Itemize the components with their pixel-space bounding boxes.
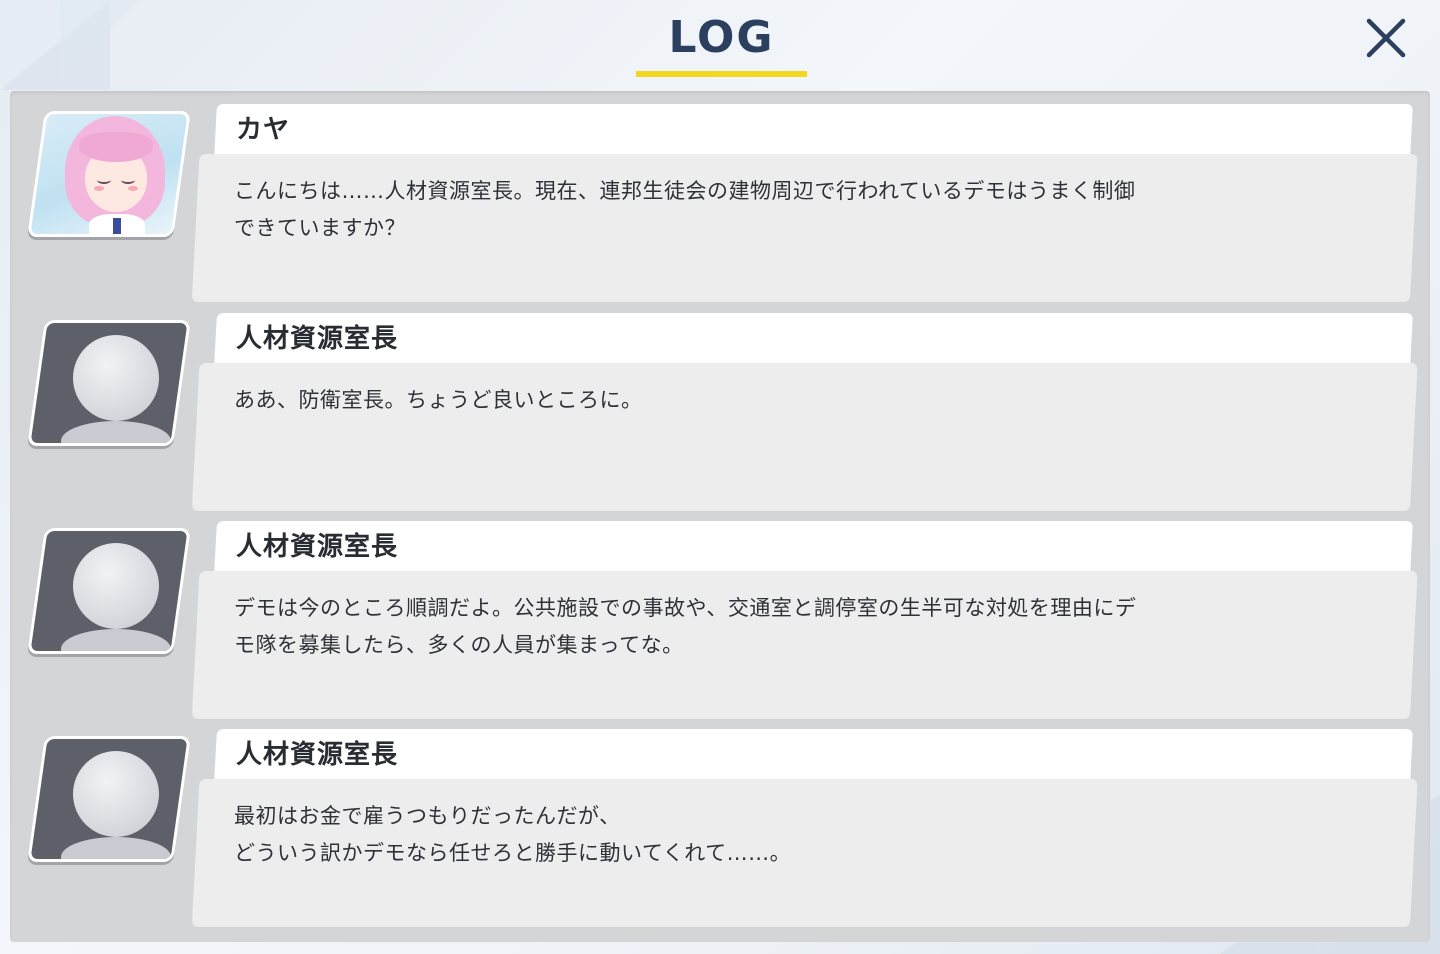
close-button[interactable] xyxy=(1362,14,1410,62)
speaker-avatar xyxy=(27,736,191,862)
message-text: デモは今のところ順調だよ。公共施設での事故や、交通室と調停室の生半可な対処を理由… xyxy=(234,596,1137,657)
speaker-avatar xyxy=(27,111,191,237)
kaya-portrait xyxy=(39,114,179,237)
speaker-name: 人材資源室長 xyxy=(236,532,399,562)
speaker-name: 人材資源室長 xyxy=(236,740,399,770)
log-list[interactable]: カヤ こんにちは……人材資源室長。現在、連邦生徒会の建物周辺で行われているデモは… xyxy=(10,91,1430,942)
log-entry: 人材資源室長 ああ、防衛室長。ちょうど良いところに。 xyxy=(10,300,1430,508)
message-text: こんにちは……人材資源室長。現在、連邦生徒会の建物周辺で行われているデモはうまく… xyxy=(234,179,1136,240)
message-text: ああ、防衛室長。ちょうど良いところに。 xyxy=(234,388,643,412)
speaker-name: カヤ xyxy=(236,115,291,145)
silhouette-icon xyxy=(39,739,179,862)
speaker-avatar xyxy=(27,528,191,654)
title-underline xyxy=(636,71,807,77)
speaker-name-bar xyxy=(214,104,1413,160)
log-header: LOG xyxy=(0,0,1440,80)
speaker-name: 人材資源室長 xyxy=(236,324,399,354)
speaker-avatar xyxy=(27,320,191,446)
log-title: LOG xyxy=(668,12,775,63)
log-entry: カヤ こんにちは……人材資源室長。現在、連邦生徒会の建物周辺で行われているデモは… xyxy=(10,91,1430,299)
silhouette-icon xyxy=(39,323,179,446)
close-icon xyxy=(1366,18,1406,58)
log-entry: 人材資源室長 最初はお金で雇うつもりだったんだが、 どういう訳かデモなら任せろと… xyxy=(10,716,1430,924)
log-entry: 人材資源室長 デモは今のところ順調だよ。公共施設での事故や、交通室と調停室の生半… xyxy=(10,508,1430,716)
message-text: 最初はお金で雇うつもりだったんだが、 どういう訳かデモなら任せろと勝手に動いてく… xyxy=(234,804,792,865)
silhouette-icon xyxy=(39,531,179,654)
